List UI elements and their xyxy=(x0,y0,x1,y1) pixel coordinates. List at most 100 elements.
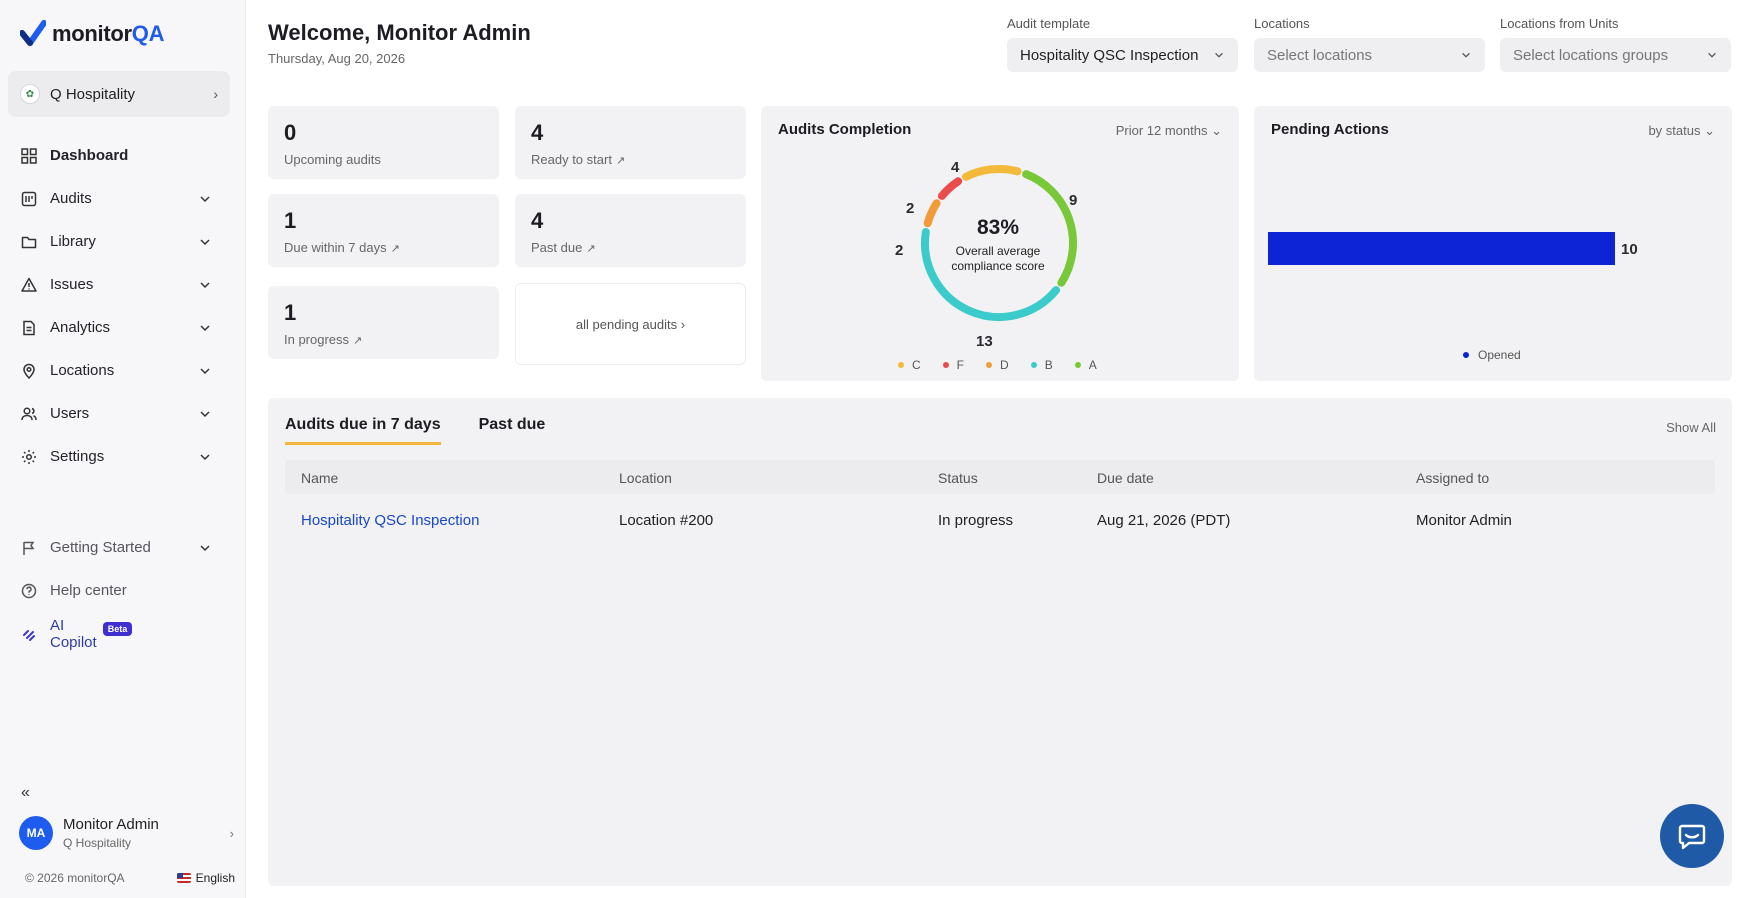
chevron-down-icon: ⌄ xyxy=(1704,123,1715,138)
filter-label: Locations from Units xyxy=(1500,16,1619,31)
segment-label: 9 xyxy=(1069,192,1078,209)
donut-center: 83% Overall average compliance score xyxy=(928,216,1068,274)
chat-button[interactable] xyxy=(1660,804,1724,868)
tab-audits-due-7-days[interactable]: Audits due in 7 days xyxy=(285,416,441,445)
column-header-status[interactable]: Status xyxy=(938,470,978,486)
stat-label: In progress xyxy=(284,332,350,347)
nav-item-audits[interactable]: Audits xyxy=(0,177,246,220)
logo-check-icon xyxy=(20,20,46,46)
select-placeholder: Select locations groups xyxy=(1513,46,1669,64)
donut-legend: C F D B A xyxy=(898,358,1097,372)
column-header-location[interactable]: Location xyxy=(619,470,672,486)
flag-icon xyxy=(20,539,38,557)
nav-label: Help center xyxy=(50,582,127,599)
chevron-down-icon xyxy=(200,410,210,417)
segment-label: 2 xyxy=(895,242,904,259)
column-header-assigned-to[interactable]: Assigned to xyxy=(1416,470,1489,486)
folder-icon xyxy=(20,233,38,251)
collapse-sidebar-icon[interactable]: « xyxy=(21,784,30,802)
nav-item-locations[interactable]: Locations xyxy=(0,349,246,392)
audit-name-link[interactable]: Hospitality QSC Inspection xyxy=(301,512,479,529)
current-date: Thursday, Aug 20, 2026 xyxy=(268,51,406,66)
help-icon xyxy=(20,582,38,600)
stat-label: Upcoming audits xyxy=(284,152,381,167)
audits-table-section: Audits due in 7 days Past due Show All N… xyxy=(268,398,1732,886)
warning-icon xyxy=(20,276,38,294)
audit-template-select[interactable]: Hospitality QSC Inspection xyxy=(1007,38,1238,72)
chat-icon xyxy=(1678,824,1706,850)
all-pending-audits-link[interactable]: all pending audits › xyxy=(515,283,746,365)
chevron-down-icon xyxy=(200,281,210,288)
stat-value: 4 xyxy=(531,120,544,145)
chevron-right-icon: › xyxy=(213,86,218,102)
cell-due-date: Aug 21, 2026 (PDT) xyxy=(1097,512,1231,529)
legend-item: F xyxy=(942,358,964,372)
nav-item-analytics[interactable]: Analytics xyxy=(0,306,246,349)
cell-status: In progress xyxy=(938,512,1014,529)
dashboard-icon xyxy=(20,147,38,165)
column-header-name[interactable]: Name xyxy=(301,470,338,486)
language-selector[interactable]: English xyxy=(176,871,235,885)
bar-opened xyxy=(1268,232,1615,265)
column-header-due-date[interactable]: Due date xyxy=(1097,470,1154,486)
external-link-icon: ↗ xyxy=(586,243,596,255)
nav-label: Analytics xyxy=(50,319,111,336)
stat-due-within-7-days[interactable]: 1 Due within 7 days ↗ xyxy=(268,194,499,267)
nav-item-users[interactable]: Users xyxy=(0,392,246,435)
locations-select[interactable]: Select locations xyxy=(1254,38,1485,72)
nav-item-settings[interactable]: Settings xyxy=(0,435,246,478)
nav-item-dashboard[interactable]: Dashboard xyxy=(0,134,246,177)
stat-ready-to-start[interactable]: 4 Ready to start ↗ xyxy=(515,106,746,179)
legend-label: Opened xyxy=(1478,348,1521,362)
nav-item-issues[interactable]: Issues xyxy=(0,263,246,306)
pending-actions-legend: Opened xyxy=(1463,348,1521,362)
chevron-down-icon xyxy=(200,324,210,331)
stat-label: Due within 7 days xyxy=(284,240,387,255)
nav-label: Audits xyxy=(50,190,92,207)
chevron-down-icon xyxy=(1215,52,1223,58)
org-switcher[interactable]: ✿ Q Hospitality › xyxy=(8,71,230,117)
audits-icon xyxy=(20,190,38,208)
nav-label: Getting Started xyxy=(50,539,151,556)
cell-assigned-to: Monitor Admin xyxy=(1416,512,1512,529)
document-icon xyxy=(20,319,38,337)
stat-past-due[interactable]: 4 Past due ↗ xyxy=(515,194,746,267)
chevron-down-icon xyxy=(1462,52,1470,58)
location-groups-select[interactable]: Select locations groups xyxy=(1500,38,1731,72)
logo[interactable]: monitorQA xyxy=(20,20,164,48)
chevron-right-icon: › xyxy=(229,825,234,841)
compliance-caption-1: Overall average xyxy=(955,244,1041,258)
stat-in-progress[interactable]: 1 In progress ↗ xyxy=(268,286,499,359)
table-header: Name Location Status Due date Assigned t… xyxy=(285,460,1715,494)
nav-item-ai-copilot[interactable]: AI Copilot Beta xyxy=(0,612,246,655)
user-menu[interactable]: MA Monitor Admin Q Hospitality › xyxy=(19,816,234,850)
nav-item-library[interactable]: Library xyxy=(0,220,246,263)
locations-filter: Locations Select locations xyxy=(1254,16,1485,72)
chevron-down-icon xyxy=(1708,52,1716,58)
nav-item-help-center[interactable]: Help center xyxy=(0,569,246,612)
bar-value-label: 10 xyxy=(1621,241,1638,258)
cell-location: Location #200 xyxy=(619,512,714,529)
legend-dot xyxy=(1463,352,1469,358)
users-icon xyxy=(20,405,38,423)
stat-label: Ready to start xyxy=(531,152,612,167)
nav-item-getting-started[interactable]: Getting Started xyxy=(0,526,246,569)
external-link-icon: ↗ xyxy=(615,155,626,167)
audit-template-filter: Audit template Hospitality QSC Inspectio… xyxy=(1007,16,1238,72)
tab-past-due[interactable]: Past due xyxy=(479,416,546,445)
location-groups-filter: Locations from Units Select locations gr… xyxy=(1500,16,1731,72)
donut-segment-c xyxy=(961,165,1022,181)
table-row[interactable]: Hospitality QSC Inspection Location #200… xyxy=(285,502,1715,536)
pin-icon xyxy=(20,362,38,380)
show-all-link[interactable]: Show All xyxy=(1666,420,1716,435)
stat-value: 1 xyxy=(284,208,297,233)
nav-label: Library xyxy=(50,233,96,250)
compliance-percent: 83% xyxy=(976,216,1020,239)
language-label: English xyxy=(195,871,235,885)
segment-label: 4 xyxy=(951,159,960,176)
chevron-down-icon xyxy=(200,367,210,374)
gear-icon xyxy=(20,448,38,466)
legend-item: A xyxy=(1074,358,1097,372)
group-by-select[interactable]: by status ⌄ xyxy=(1648,123,1715,139)
filter-label: Locations xyxy=(1254,16,1310,31)
